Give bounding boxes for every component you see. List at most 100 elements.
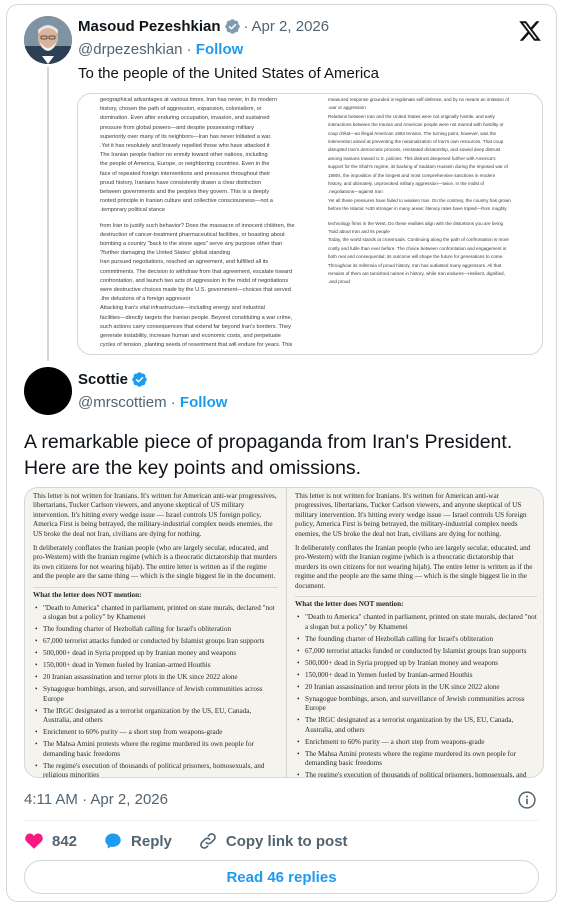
avatar-scottie[interactable]: [24, 367, 72, 415]
letter-text-line: ?further damaging the United States' glo…: [100, 250, 231, 257]
letter-text-line: technology firms in the West. Do these r…: [328, 220, 504, 226]
letter-page-right: measured response grounded in legitimate…: [328, 94, 518, 354]
heart-icon: [25, 833, 43, 849]
omission-item: "Death to America" chanted in parliament…: [33, 604, 278, 623]
letter-page-left: geographical advantages at various times…: [100, 94, 318, 354]
omission-item: The IRGC designated as a terrorist organ…: [295, 716, 537, 735]
reply-icon: [105, 833, 121, 849]
omission-item: Synagogue bombings, arson, and surveilla…: [33, 685, 278, 704]
omission-item: Synagogue bombings, arson, and surveilla…: [295, 695, 537, 714]
letter-text-line: generate instability, increase human and…: [100, 333, 281, 339]
divider: [295, 596, 537, 598]
letter-text-line: Iran pursued negotiations, reached an ag…: [100, 259, 269, 266]
letter-text-line: Relations between Iran and the United St…: [328, 113, 495, 119]
letter-text-line: domination. Even after enduring occupati…: [100, 115, 270, 122]
letter-text-line: Yet all these pressures have failed to w…: [328, 197, 511, 203]
letter-text-line: disrupted Iran's democratic process, rei…: [328, 147, 501, 153]
letter-text-line: pressure from global powers—and despite …: [100, 124, 254, 131]
letter-text-line: remains of them are tarnished names in h…: [328, 271, 505, 276]
letter-text-line: proud history, Iranians have consistentl…: [100, 179, 261, 186]
letter-text-line: among Iranians toward U.S. policies. Thi…: [328, 155, 496, 161]
omission-item: 150,000+ dead in Yemen fueled by Iranian…: [33, 661, 278, 671]
divider: [33, 586, 278, 588]
analysis-page-left: This letter is not written for Iranians.…: [25, 488, 286, 777]
letter-text-line: interactions between the Iranian and Ame…: [328, 122, 504, 128]
copy-link-button[interactable]: Copy link to post: [198, 831, 348, 851]
quoted-post-image[interactable]: geographical advantages at various times…: [77, 93, 543, 355]
letter-text-line: were destructive choices made by the U.S…: [100, 287, 291, 293]
letter-text-line: history, chosen the path of aggression, …: [100, 106, 262, 113]
avatar-pezeshkian[interactable]: [24, 16, 72, 64]
omission-item: 500,000+ dead in Syria propped up by Ira…: [295, 659, 537, 669]
thread-connector: [47, 67, 49, 361]
omissions-heading: What the letter does NOT mention:: [33, 590, 142, 599]
letter-text-line: facilities—directly targets the Iranian …: [100, 314, 293, 321]
letter-text-line: intervention aimed at preventing the nat…: [328, 139, 504, 144]
letter-text-line: Attacking Iran's vital infrastructure—in…: [100, 305, 265, 312]
link-icon: [200, 833, 216, 849]
reply-button[interactable]: Reply: [103, 831, 172, 851]
omission-item: Enrichment to 60% purity — a short step …: [33, 728, 278, 738]
omission-item: The Mahsa Amini protests where the regim…: [295, 750, 537, 769]
like-button[interactable]: 842: [24, 831, 77, 851]
letter-text-line: bombing a country "back to the stone age…: [100, 241, 283, 247]
letter-text-line: such actions carry consequences that ext…: [100, 323, 291, 330]
letter-text-line: from Iran to justify such behavior? Does…: [100, 222, 295, 229]
follow-button-quoted[interactable]: Follow: [196, 41, 244, 58]
post-timestamp[interactable]: 4:11 AM · Apr 2, 2026: [24, 791, 168, 808]
letter-text-line: destruction of cancer-treatment pharmace…: [100, 231, 285, 238]
letter-text-line: Throughout its millennia of proud histor…: [328, 262, 502, 268]
x-logo-icon[interactable]: [518, 19, 542, 43]
separator-dot: ·: [186, 41, 192, 58]
letter-text-line: .negotiations—against Iran: [328, 189, 383, 195]
action-bar: 842 Reply Copy link to post: [24, 830, 374, 852]
follow-button-main[interactable]: Follow: [180, 394, 228, 411]
letter-text-line: before the Islamic %30 stronger in many …: [328, 206, 507, 212]
main-post-text: A remarkable piece of propaganda from Ir…: [24, 431, 513, 479]
separator-dot: ·: [243, 18, 249, 35]
quoted-author-row: Masoud Pezeshkian · Apr 2, 2026: [78, 18, 329, 35]
omission-item: The Mahsa Amini protests where the regim…: [33, 740, 278, 759]
quoted-post-date[interactable]: Apr 2, 2026: [252, 18, 330, 35]
letter-text-line: costly and futile than ever before. The …: [328, 245, 507, 251]
letter-text-line: Today, the world stands at crossroads. C…: [328, 237, 509, 243]
separator-dot: ·: [170, 394, 176, 411]
omission-item: The IRGC designated as a terrorist organ…: [33, 707, 278, 726]
letter-text-line: .Yet it has resolutely and bravely repel…: [100, 143, 270, 149]
quoted-handle-row: @drpezeshkian · Follow: [78, 41, 243, 58]
analysis-page-right: This letter is not written for Iranians.…: [287, 488, 543, 777]
omission-item: 20 Iranian assassination and terror plot…: [33, 673, 278, 683]
main-post-image[interactable]: This letter is not written for Iranians.…: [24, 487, 544, 778]
read-replies-button[interactable]: Read 46 replies: [24, 860, 539, 894]
info-icon[interactable]: [517, 790, 537, 810]
letter-text-line: .and proud: [328, 279, 350, 285]
like-count: 842: [52, 832, 78, 850]
reply-label: Reply: [131, 832, 172, 850]
letter-text-line: commitments. The decision to withdraw fr…: [100, 268, 293, 275]
omission-item: "Death to America" chanted in parliament…: [295, 613, 537, 632]
letter-text-line: history, and ultimately, unprovoked mili…: [328, 181, 485, 186]
omissions-list: "Death to America" chanted in parliament…: [33, 604, 278, 777]
omission-item: The regime's execution of thousands of p…: [295, 771, 537, 777]
quoted-author-handle[interactable]: @drpezeshkian: [78, 41, 182, 58]
letter-text-line: cycles of tension, planting seeds of res…: [100, 342, 293, 349]
letter-text-line: ?told about Iran and its people: [328, 229, 390, 234]
embedded-post-card: Masoud Pezeshkian · Apr 2, 2026 @drpezes…: [6, 4, 557, 902]
omission-item: The founding charter of Hezbollah callin…: [295, 635, 537, 645]
main-author-handle[interactable]: @mrscottiem: [78, 394, 167, 411]
letter-text-line: .temporary political stance: [100, 207, 165, 214]
quoted-author-name[interactable]: Masoud Pezeshkian: [78, 18, 221, 35]
verified-badge-icon: [224, 19, 240, 34]
copy-link-label: Copy link to post: [225, 832, 348, 850]
analysis-paragraph: It deliberately conflates the Iranian pe…: [295, 544, 533, 590]
main-author-name[interactable]: Scottie: [78, 371, 128, 388]
letter-text-line: support for the Shah's regime, its backi…: [328, 164, 508, 170]
letter-text-line: .war or aggression: [328, 105, 366, 111]
quoted-post-text: To the people of the United States of Am…: [78, 65, 380, 82]
analysis-paragraph: This letter is not written for Iranians.…: [295, 492, 527, 538]
omission-item: 67,000 terrorist attacks funded or condu…: [33, 637, 278, 647]
letter-text-line: face of repeated foreign interventions a…: [100, 170, 271, 177]
letter-text-line: superiority over many of its neighbors—I…: [100, 133, 272, 140]
verified-badge-icon: [132, 372, 147, 387]
letter-text-line: confrontation, and launch two acts of ag…: [100, 277, 289, 284]
